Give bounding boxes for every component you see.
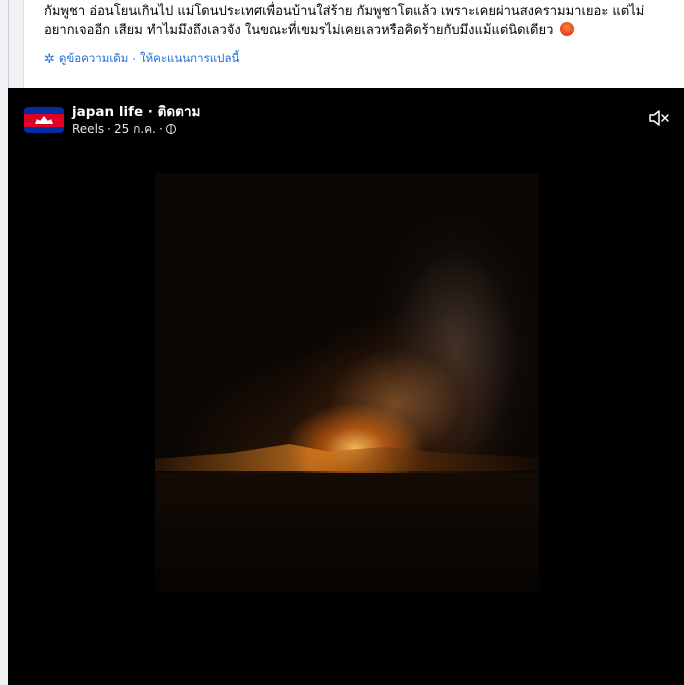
follow-separator: ·: [143, 104, 158, 120]
globe-icon: [165, 124, 176, 134]
gear-icon: ✲: [44, 51, 55, 67]
burning-roofline: [155, 444, 539, 471]
meta-dot: ·: [107, 122, 111, 136]
reels-link[interactable]: Reels: [72, 121, 104, 137]
dark-foreground: [155, 473, 539, 593]
video-frame: [155, 173, 539, 593]
translation-row: ✲ ดูข้อความเดิม · ให้คะแนนการแปลนี้: [44, 50, 239, 68]
video-header: japan life · ติดตาม Reels · 25 ก.ค. ·: [24, 102, 200, 138]
reel-video-player[interactable]: japan life · ติดตาม Reels · 25 ก.ค. ·: [8, 88, 684, 685]
cambodia-flag-avatar-icon[interactable]: [24, 107, 64, 133]
page-name-link[interactable]: japan life: [72, 104, 143, 120]
post-date-link[interactable]: 25 ก.ค.: [114, 121, 156, 137]
angry-face-emoji-icon: [559, 22, 574, 36]
rate-translation-link[interactable]: ให้คะแนนการแปลนี้: [140, 50, 239, 68]
meta-dot-2: ·: [159, 122, 163, 136]
post-caption: กัมพูชา อ่อนโยนเกินไป แม่โดนประเทศเพื่อน…: [44, 2, 669, 40]
follow-button[interactable]: ติดตาม: [158, 104, 201, 120]
see-original-link[interactable]: ดูข้อความเดิม: [59, 50, 128, 68]
caption-text: กัมพูชา อ่อนโยนเกินไป แม่โดนประเทศเพื่อน…: [44, 4, 645, 38]
speaker-muted-icon[interactable]: [648, 108, 670, 128]
translate-separator: ·: [132, 52, 136, 66]
